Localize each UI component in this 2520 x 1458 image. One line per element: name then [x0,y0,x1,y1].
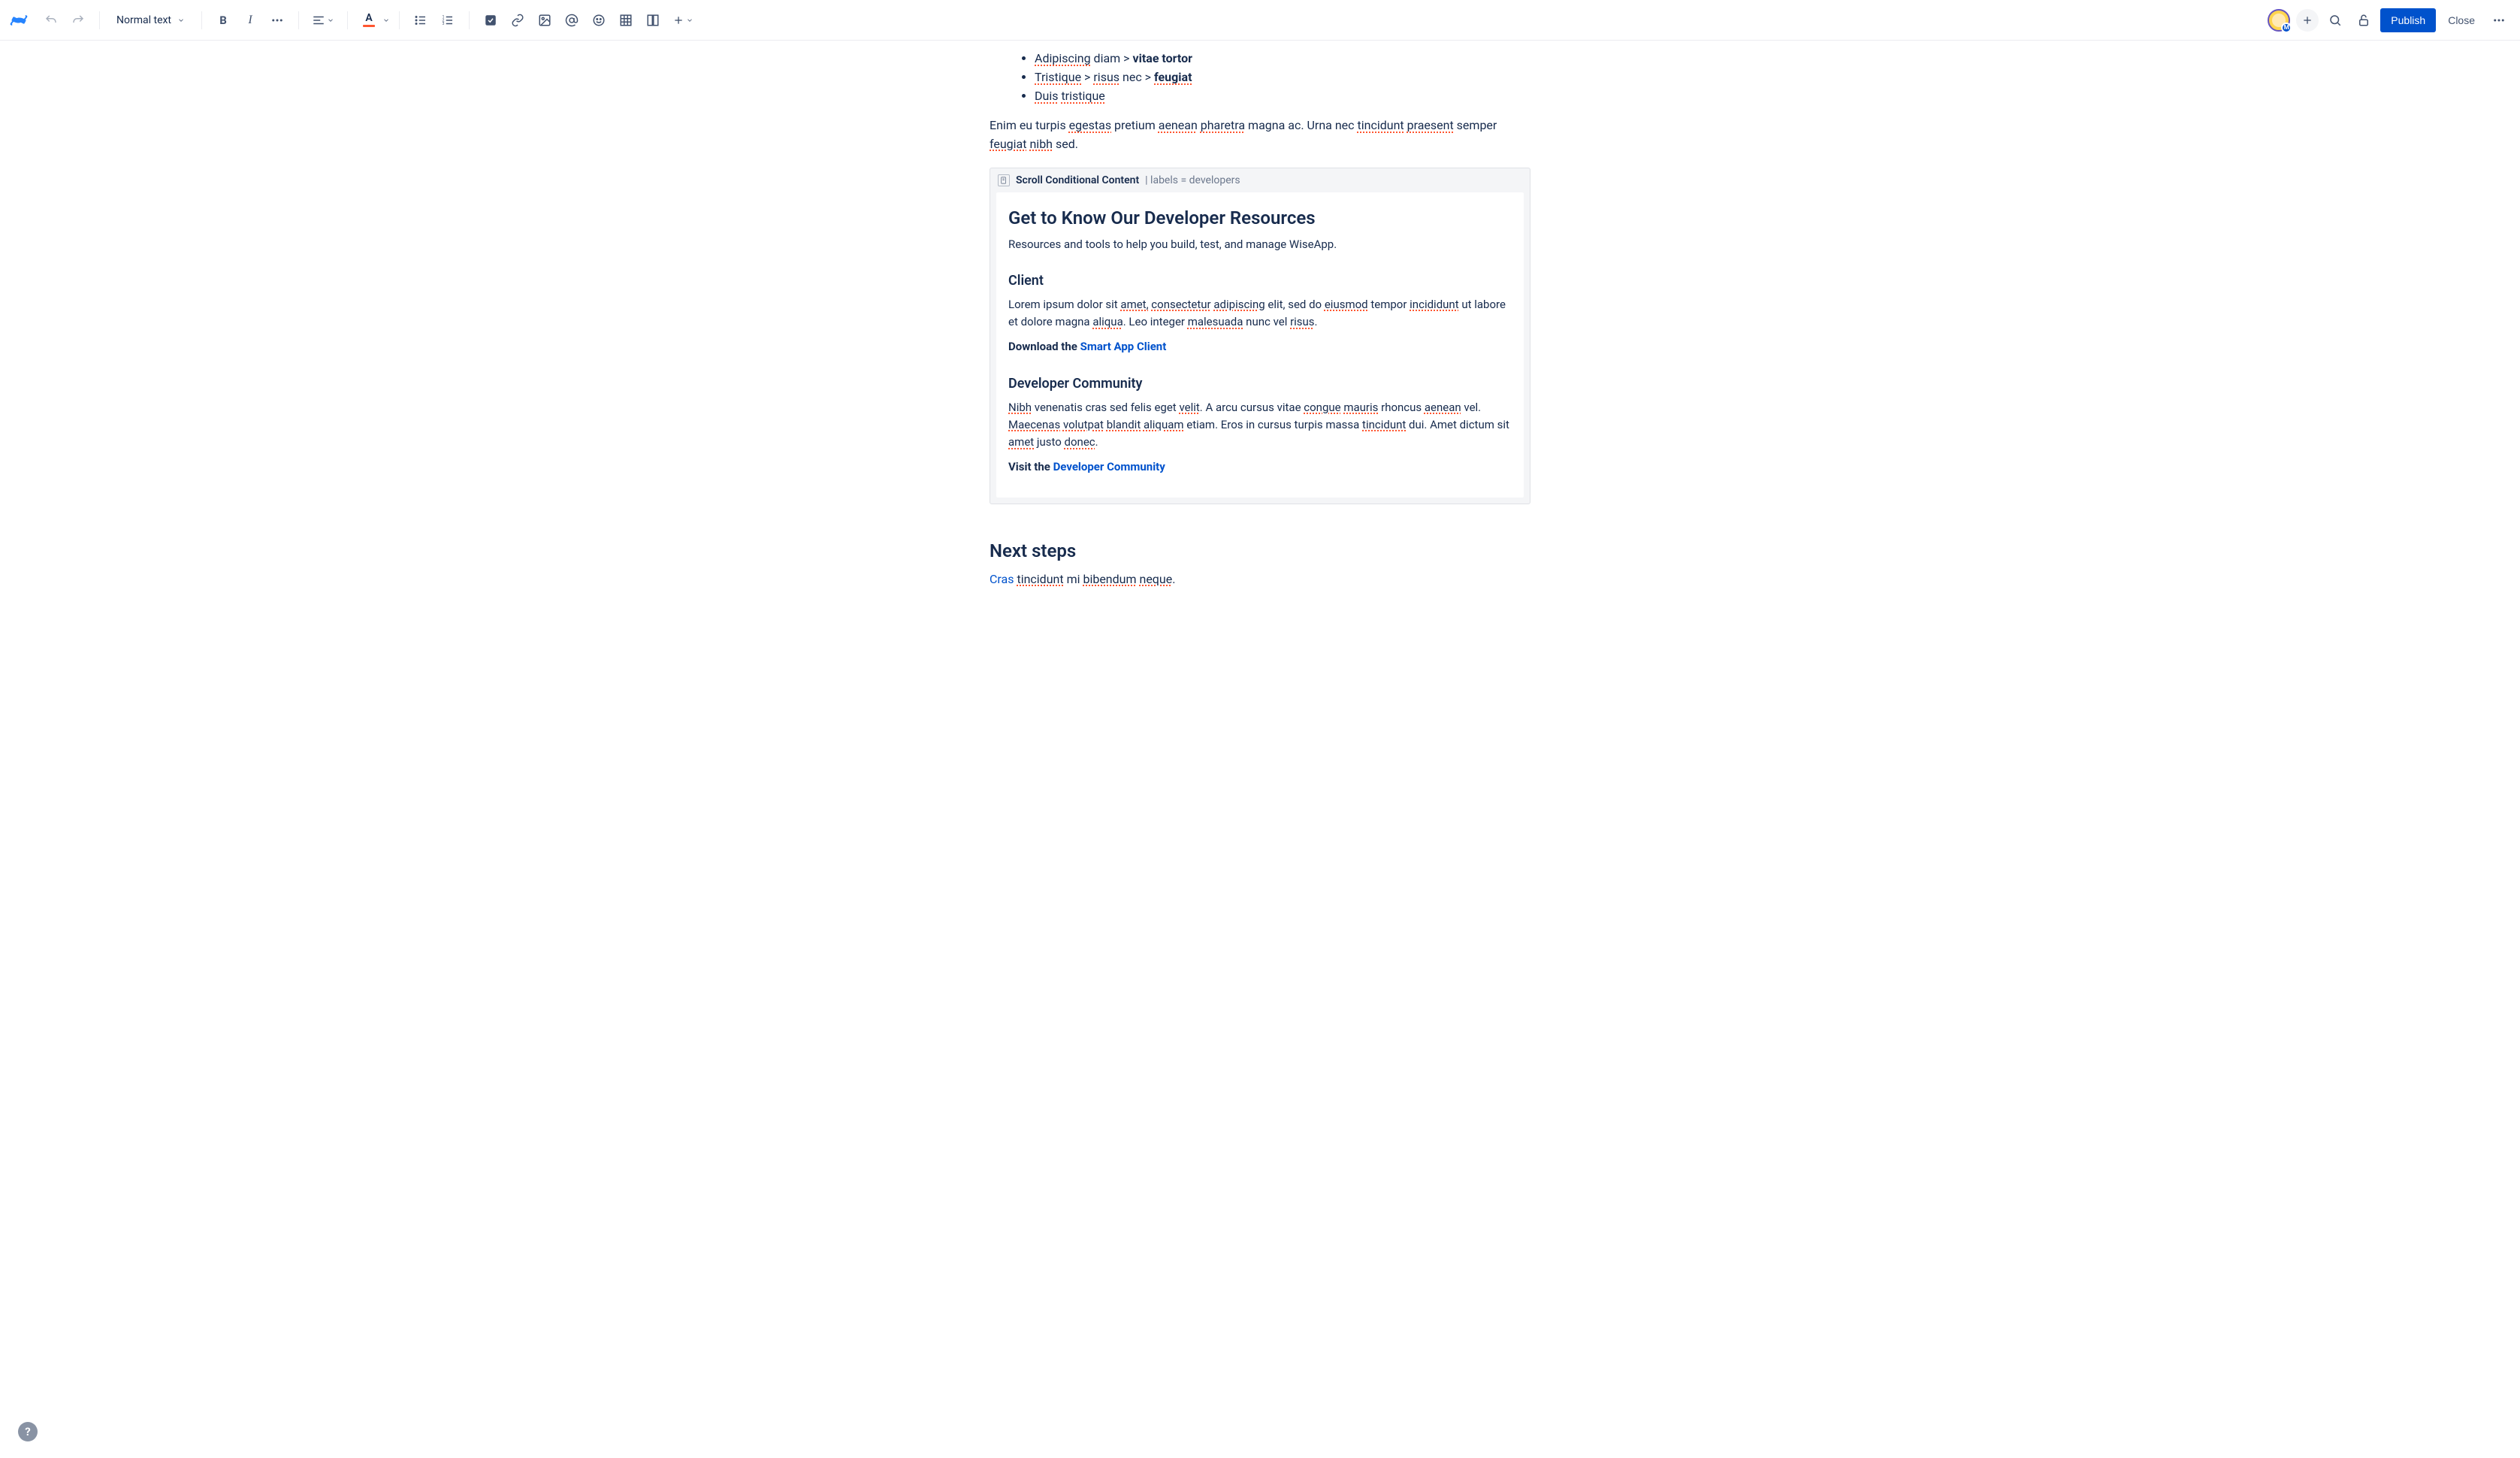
macro-body[interactable]: Get to Know Our Developer Resources Reso… [996,192,1524,498]
macro-subheading-client[interactable]: Client [1008,273,1512,289]
next-steps-heading[interactable]: Next steps [990,540,1530,561]
undo-button[interactable] [39,8,63,32]
image-button[interactable] [533,8,557,32]
chevron-down-icon [382,17,390,24]
separator [99,11,100,29]
more-actions-button[interactable] [2487,8,2511,32]
emoji-button[interactable] [587,8,611,32]
editor-content[interactable]: Adipiscing diam > vitae tortor Tristique… [974,41,1546,643]
list-item[interactable]: Tristique > risus nec > feugiat [1035,70,1530,84]
toolbar-left: Normal text B I A 123 [9,8,698,32]
publish-button[interactable]: Publish [2380,8,2436,32]
separator [201,11,202,29]
macro-name: Scroll Conditional Content [1016,174,1139,186]
download-line[interactable]: Download the Smart App Client [1008,338,1512,355]
link-button[interactable] [506,8,530,32]
text-color-button[interactable]: A [357,8,390,32]
chevron-down-icon [686,17,693,24]
developer-community-link[interactable]: Developer Community [1053,460,1165,473]
visit-line[interactable]: Visit the Developer Community [1008,458,1512,476]
numbered-list-button[interactable]: 123 [436,8,460,32]
smart-app-client-link[interactable]: Smart App Client [1080,340,1167,353]
close-button[interactable]: Close [2440,8,2482,32]
separator [469,11,470,29]
macro-header[interactable]: Scroll Conditional Content | labels = de… [990,168,1530,192]
macro-paragraph[interactable]: Nibh venenatis cras sed felis eget velit… [1008,399,1512,452]
list-item[interactable]: Duis tristique [1035,89,1530,103]
restrictions-button[interactable] [2352,8,2376,32]
macro-paragraph[interactable]: Lorem ipsum dolor sit amet, consectetur … [1008,296,1512,331]
toolbar-right: M Publish Close [2268,8,2511,32]
italic-button[interactable]: I [238,8,262,32]
find-replace-button[interactable] [2323,8,2347,32]
chevron-down-icon [177,17,185,24]
bold-button[interactable]: B [211,8,235,32]
editor-toolbar: Normal text B I A 123 [0,0,2520,41]
more-formatting-button[interactable] [265,8,289,32]
macro-intro[interactable]: Resources and tools to help you build, t… [1008,236,1512,253]
paragraph[interactable]: Enim eu turpis egestas pretium aenean ph… [990,116,1530,154]
separator [399,11,400,29]
redo-button[interactable] [66,8,90,32]
text-style-label: Normal text [116,14,171,26]
svg-text:3: 3 [443,22,445,26]
next-steps-paragraph[interactable]: Cras tincidunt mi bibendum neque. [990,570,1530,589]
action-item-button[interactable] [479,8,503,32]
macro-icon [998,174,1010,186]
macro-params: | labels = developers [1145,174,1240,186]
insert-more-button[interactable] [668,8,698,32]
add-collaborator-button[interactable] [2296,9,2319,32]
bullet-list[interactable]: Adipiscing diam > vitae tortor Tristique… [990,51,1530,103]
bullet-list-button[interactable] [409,8,433,32]
layouts-button[interactable] [641,8,665,32]
chevron-down-icon [327,17,334,24]
mention-button[interactable] [560,8,584,32]
align-button[interactable] [308,8,338,32]
list-item[interactable]: Adipiscing diam > vitae tortor [1035,51,1530,65]
macro-subheading-community[interactable]: Developer Community [1008,376,1512,392]
confluence-logo[interactable] [9,11,29,30]
macro-heading[interactable]: Get to Know Our Developer Resources [1008,207,1512,228]
collaborator-avatar[interactable]: M [2268,9,2290,32]
table-button[interactable] [614,8,638,32]
conditional-content-macro[interactable]: Scroll Conditional Content | labels = de… [990,168,1530,504]
text-style-dropdown[interactable]: Normal text [109,8,192,32]
separator [298,11,299,29]
help-button[interactable]: ? [18,1422,38,1441]
separator [347,11,348,29]
avatar-badge: M [2281,23,2292,33]
